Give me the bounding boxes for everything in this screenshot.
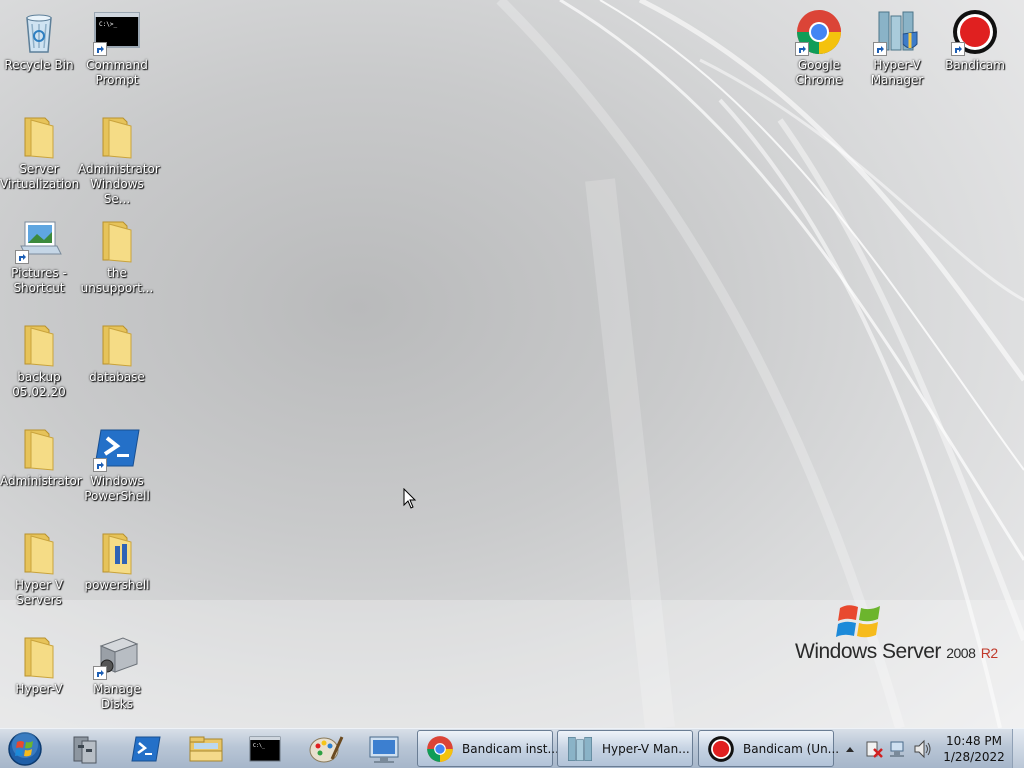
windows-server-logo: Windows Server 2008 R2: [790, 600, 1010, 670]
desktop-icon-administrator-windows[interactable]: Administrator Windows Se...: [78, 112, 160, 207]
desktop-icon-label: Hyper V Servers: [14, 578, 64, 607]
desktop-icon-pictures-shortcut[interactable]: Pictures - Shortcut: [0, 216, 78, 296]
shortcut-arrow-icon: [795, 42, 809, 56]
pictures-icon: [15, 216, 63, 264]
mouse-cursor-icon: [403, 488, 417, 509]
taskbar-pinned-paint[interactable]: [300, 731, 352, 767]
bandicam-icon: [708, 736, 734, 762]
start-button[interactable]: [5, 731, 45, 767]
folder-icon: [93, 112, 141, 160]
cmd-icon: C:\>_: [93, 8, 141, 56]
svg-text:C:\>_: C:\>_: [99, 21, 117, 28]
hyperv-icon: [873, 8, 921, 56]
desktop-icon-recycle-bin[interactable]: Recycle Bin: [0, 8, 78, 73]
desktop-icon-hyper-v-servers[interactable]: Hyper V Servers: [0, 528, 78, 608]
desktop-icon-google-chrome[interactable]: Google Chrome: [780, 8, 858, 88]
desktop-icon-label: Google Chrome: [795, 58, 843, 87]
taskbar-pinned-cmd[interactable]: C:\_: [240, 731, 292, 767]
desktop-icon-the-unsupport[interactable]: the unsupport...: [78, 216, 156, 296]
server-manager-icon: [73, 736, 97, 764]
shortcut-arrow-icon: [15, 250, 29, 264]
cmd-icon: C:\_: [249, 736, 281, 762]
folder-icon: [15, 424, 63, 472]
chrome-icon: [795, 8, 843, 56]
hyperv-icon: [568, 737, 592, 761]
task-label: Hyper-V Man...: [602, 742, 690, 756]
show-hidden-icons-icon[interactable]: [843, 729, 857, 768]
taskbar-pinned-explorer[interactable]: [180, 731, 232, 767]
windows-orb-icon: [8, 732, 42, 766]
desktop-icon-backup[interactable]: backup 05.02.20: [0, 320, 78, 400]
folder-icon: [93, 216, 141, 264]
taskbar-task-chrome[interactable]: Bandicam inst...: [417, 730, 559, 767]
desktop-icon-label: Server Virtualization: [0, 162, 80, 191]
desktop-icon-windows-powershell[interactable]: Windows PowerShell: [78, 424, 156, 504]
desktop-icon-label: backup 05.02.20: [12, 370, 66, 399]
taskbar-task-hyperv[interactable]: Hyper-V Man...: [557, 730, 693, 767]
taskbar-task-bandicam[interactable]: Bandicam (Un...: [698, 730, 839, 767]
desktop-icon-label: Pictures - Shortcut: [11, 266, 67, 295]
volume-icon[interactable]: [912, 729, 932, 768]
desktop-icon-label: Windows PowerShell: [84, 474, 150, 503]
recycle-bin-icon: [15, 8, 63, 56]
desktop-icon-manage-disks[interactable]: Manage Disks: [78, 632, 156, 712]
windows-flag-icon: [836, 605, 880, 638]
desktop-icon-hyper-v-manager[interactable]: Hyper-V Manager: [858, 8, 936, 88]
logo-brand: Windows Server: [795, 640, 941, 663]
desktop-icon-bandicam[interactable]: Bandicam: [936, 8, 1014, 73]
logo-edition: R2: [980, 645, 998, 661]
folder-icon: [15, 112, 63, 160]
desktop-icon-label: Bandicam: [945, 58, 1005, 72]
paint-icon: [309, 736, 344, 763]
folder-icon: [15, 528, 63, 576]
taskbar-pinned-powershell[interactable]: [120, 731, 172, 767]
logo-version: 2008: [946, 645, 976, 661]
desktop-icon-command-prompt[interactable]: C:\>_ Command Prompt: [78, 8, 156, 88]
task-label: Bandicam inst...: [462, 742, 559, 756]
desktop-icon-label: powershell: [84, 578, 150, 592]
powershell-icon: [131, 736, 161, 762]
bandicam-icon: [951, 8, 999, 56]
desktop-icon-server-virtualization[interactable]: Server Virtualization: [0, 112, 80, 192]
chrome-icon: [427, 736, 453, 762]
desktop-icon-database[interactable]: database: [78, 320, 156, 385]
shortcut-arrow-icon: [951, 42, 965, 56]
folder-icon: [15, 632, 63, 680]
action-center-icon[interactable]: [864, 729, 884, 768]
desktop-icon-label: Manage Disks: [93, 682, 141, 711]
taskbar-pinned-server-manager[interactable]: [60, 731, 112, 767]
taskbar: C:\_ Bandicam inst... Hyper-V Man... Ban…: [0, 728, 1024, 768]
shortcut-arrow-icon: [93, 666, 107, 680]
desktop-icon-label: Administrator: [0, 474, 82, 488]
desktop-icon-label: Command Prompt: [86, 58, 148, 87]
taskbar-clock[interactable]: 10:48 PM 1/28/2022: [934, 733, 1014, 765]
folder-icon: [93, 528, 141, 576]
desktop-icon-powershell-folder[interactable]: powershell: [78, 528, 156, 593]
shortcut-arrow-icon: [873, 42, 887, 56]
desktop-icon-label: Hyper-V: [15, 682, 63, 696]
shortcut-arrow-icon: [93, 458, 107, 472]
folder-icon: [15, 320, 63, 368]
desktop-icon-label: Administrator Windows Se...: [78, 162, 160, 206]
task-label: Bandicam (Un...: [743, 742, 840, 756]
show-desktop-button[interactable]: [1012, 729, 1024, 768]
folder-icon: [93, 320, 141, 368]
desktop-icon-label: Recycle Bin: [4, 58, 74, 72]
clock-date: 1/28/2022: [943, 750, 1005, 764]
taskbar-pinned-remote-desktop[interactable]: [358, 731, 410, 767]
remote-desktop-icon: [369, 736, 399, 763]
svg-text:C:\_: C:\_: [253, 743, 266, 749]
disk-icon: [93, 632, 141, 680]
powershell-icon: [93, 424, 141, 472]
desktop-icon-hyper-v[interactable]: Hyper-V: [0, 632, 78, 697]
file-explorer-icon: [189, 736, 223, 762]
desktop-icon-label: the unsupport...: [80, 266, 154, 295]
shortcut-arrow-icon: [93, 42, 107, 56]
desktop-icon-administrator[interactable]: Administrator: [0, 424, 82, 489]
network-icon[interactable]: [888, 729, 908, 768]
desktop-icon-label: Hyper-V Manager: [870, 58, 924, 87]
desktop-icon-label: database: [89, 370, 145, 384]
clock-time: 10:48 PM: [946, 734, 1002, 748]
